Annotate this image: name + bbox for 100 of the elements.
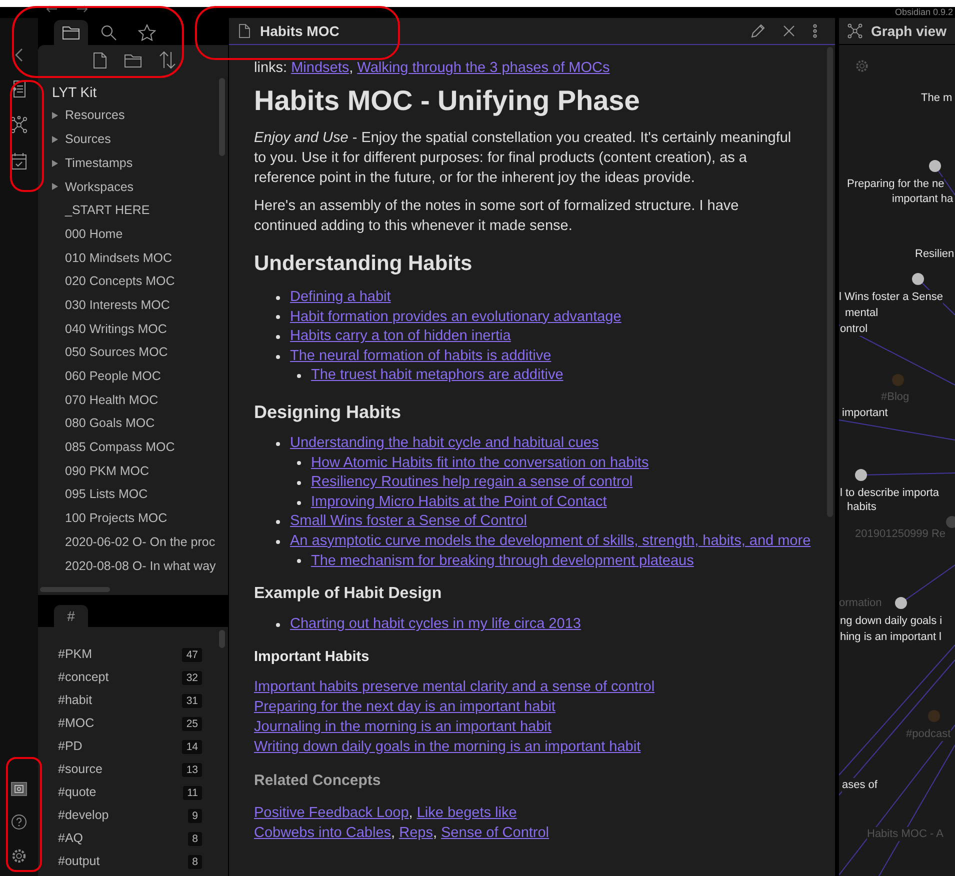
tag-item[interactable]: #develop <box>58 806 109 825</box>
file-item[interactable]: 2020-06-02 O- On the proc <box>65 532 216 552</box>
link[interactable]: Like begets like <box>416 804 517 821</box>
link[interactable]: Sense of Control <box>441 824 550 841</box>
file-item[interactable]: 030 Interests MOC <box>65 296 170 315</box>
folder-icon[interactable] <box>62 24 80 41</box>
note-title: Habits MOC <box>260 22 340 40</box>
graph-node[interactable] <box>946 516 955 528</box>
link[interactable]: Charting out habit cycles in my life circa 2013 <box>290 615 581 635</box>
link[interactable]: An asymptotic curve models the development of skills, strength, habits, and more <box>290 532 811 552</box>
vault-icon[interactable] <box>11 782 27 796</box>
app-title: Obsidian 0.9.2 <box>894 7 953 18</box>
link[interactable]: Writing down daily goals in the morning is an important habit <box>254 738 641 755</box>
link[interactable]: Reps <box>399 824 433 841</box>
sort-icon[interactable] <box>159 51 176 69</box>
scrollbar-thumb[interactable] <box>219 78 225 156</box>
file-item[interactable]: 050 Sources MOC <box>65 343 168 362</box>
file-item[interactable]: 090 PKM MOC <box>65 462 150 481</box>
link[interactable]: Understanding the habit cycle and habitual cues <box>290 434 599 454</box>
new-file-icon[interactable] <box>93 52 107 68</box>
file-item[interactable]: 095 Lists MOC <box>65 485 148 504</box>
file-item[interactable]: 020 Concepts MOC <box>65 272 175 292</box>
link[interactable]: How Atomic Habits fit into the conversation on habits <box>311 454 649 474</box>
more-options-icon[interactable] <box>813 24 817 38</box>
graph-node[interactable] <box>929 160 941 172</box>
new-folder-icon[interactable] <box>124 52 142 68</box>
link[interactable]: Mindsets <box>291 60 350 76</box>
file-item[interactable]: 000 Home <box>65 224 123 244</box>
horizontal-scrollbar-thumb[interactable] <box>40 587 110 592</box>
graph-node[interactable] <box>928 710 940 722</box>
graph-node[interactable] <box>892 374 904 386</box>
file-item[interactable]: 010 Mindsets MOC <box>65 248 172 268</box>
forward-arrow-icon[interactable] <box>76 5 88 13</box>
tag-item[interactable]: #PKM <box>58 645 92 664</box>
pencil-icon[interactable] <box>751 24 765 38</box>
file-item[interactable]: 070 Health MOC <box>65 390 158 410</box>
link[interactable]: Positive Feedback Loop <box>254 804 409 821</box>
link[interactable]: Resiliency Routines help regain a sense of control <box>311 473 633 493</box>
graph-node[interactable] <box>912 273 924 285</box>
link[interactable]: Cobwebs into Cables <box>254 824 392 841</box>
tag-item[interactable]: #MOC <box>58 714 94 733</box>
graph-icon[interactable] <box>10 116 28 134</box>
collapse-chevron-icon[interactable] <box>14 48 24 62</box>
link[interactable]: The neural formation of habits is additive <box>290 346 552 366</box>
back-arrow-icon[interactable] <box>46 5 58 13</box>
close-icon[interactable] <box>783 25 795 37</box>
star-icon[interactable] <box>138 24 156 41</box>
tag-item[interactable]: #source <box>58 760 102 779</box>
link[interactable]: Habit formation provides an evolutionary advantage <box>290 308 622 328</box>
document-list-icon[interactable] <box>11 80 27 98</box>
pane-title: Graph view <box>871 22 946 41</box>
tag-item[interactable]: #AQ <box>58 829 84 848</box>
tags-tab[interactable]: # <box>54 605 88 627</box>
folder-item[interactable]: Resources <box>65 106 125 126</box>
link[interactable]: Defining a habit <box>290 288 391 308</box>
file-item[interactable]: 2020-08-08 O- In what way <box>65 556 216 576</box>
help-icon[interactable] <box>11 814 27 830</box>
tag-item[interactable]: #habit <box>58 691 92 710</box>
file-item[interactable]: 080 Goals MOC <box>65 414 155 434</box>
heading: Example of Habit Design <box>254 584 443 604</box>
bullet <box>297 559 301 564</box>
scrollbar-thumb[interactable] <box>219 630 225 648</box>
link[interactable]: Important habits preserve mental clarity and a sense of control <box>254 678 655 695</box>
file-item[interactable]: _START HERE <box>65 201 150 220</box>
folder-item[interactable]: Workspaces <box>65 178 134 196</box>
file-item[interactable]: 100 Projects MOC <box>65 509 168 528</box>
graph-node[interactable] <box>855 469 867 481</box>
caret-icon[interactable] <box>52 160 58 167</box>
tag-count: 25 <box>182 716 202 730</box>
file-item[interactable]: 040 Writings MOC <box>65 320 167 338</box>
tag-item[interactable]: #PD <box>58 737 82 756</box>
settings-icon[interactable] <box>11 848 27 864</box>
folder-item[interactable]: Timestamps <box>65 154 133 173</box>
link[interactable]: The mechanism for breaking through development plateaus <box>311 552 694 572</box>
bullet <box>297 480 301 485</box>
heading: Related Concepts <box>254 770 382 791</box>
link[interactable]: Habits carry a ton of hidden inertia <box>290 327 511 347</box>
link[interactable]: The truest habit metaphors are additive <box>311 366 564 386</box>
caret-icon[interactable] <box>52 112 58 120</box>
links-line: Positive Feedback Loop, Like begets like <box>254 804 518 823</box>
folder-item[interactable]: Sources <box>65 130 111 149</box>
graph-node[interactable] <box>895 597 907 609</box>
file-item[interactable]: 085 Compass MOC <box>65 438 175 457</box>
tag-item[interactable]: #output <box>58 852 100 871</box>
tag-item[interactable]: #quote <box>58 783 96 802</box>
file-item[interactable]: 060 People MOC <box>65 367 161 386</box>
link[interactable]: Journaling in the morning is an important habit <box>254 718 552 735</box>
paragraph: Here's an assembly of the notes in some sort of formalized structure. I have continued adding to this whenever it made sense. <box>254 197 740 236</box>
calendar-check-icon[interactable] <box>11 152 27 170</box>
link[interactable]: Improving Micro Habits at the Point of Contact <box>311 492 607 512</box>
caret-icon[interactable] <box>52 183 58 190</box>
bullet <box>297 500 301 505</box>
tag-item[interactable]: #concept <box>58 668 109 687</box>
link[interactable]: Small Wins foster a Sense of Control <box>290 512 527 532</box>
search-icon[interactable] <box>100 24 118 41</box>
node-label: l to describe importa <box>840 486 940 500</box>
caret-icon[interactable] <box>52 136 58 144</box>
link[interactable]: Walking through the 3 phases of MOCs <box>357 60 610 76</box>
paragraph: Enjoy and Use - Enjoy the spatial constellation you created. It's certainly meaningful to you. Use it for different purposes: for final products (content creation), as a reference point in the future, or for the inherent joy the ideas provide. <box>254 129 792 188</box>
link[interactable]: Preparing for the next day is an important habit <box>254 698 556 715</box>
